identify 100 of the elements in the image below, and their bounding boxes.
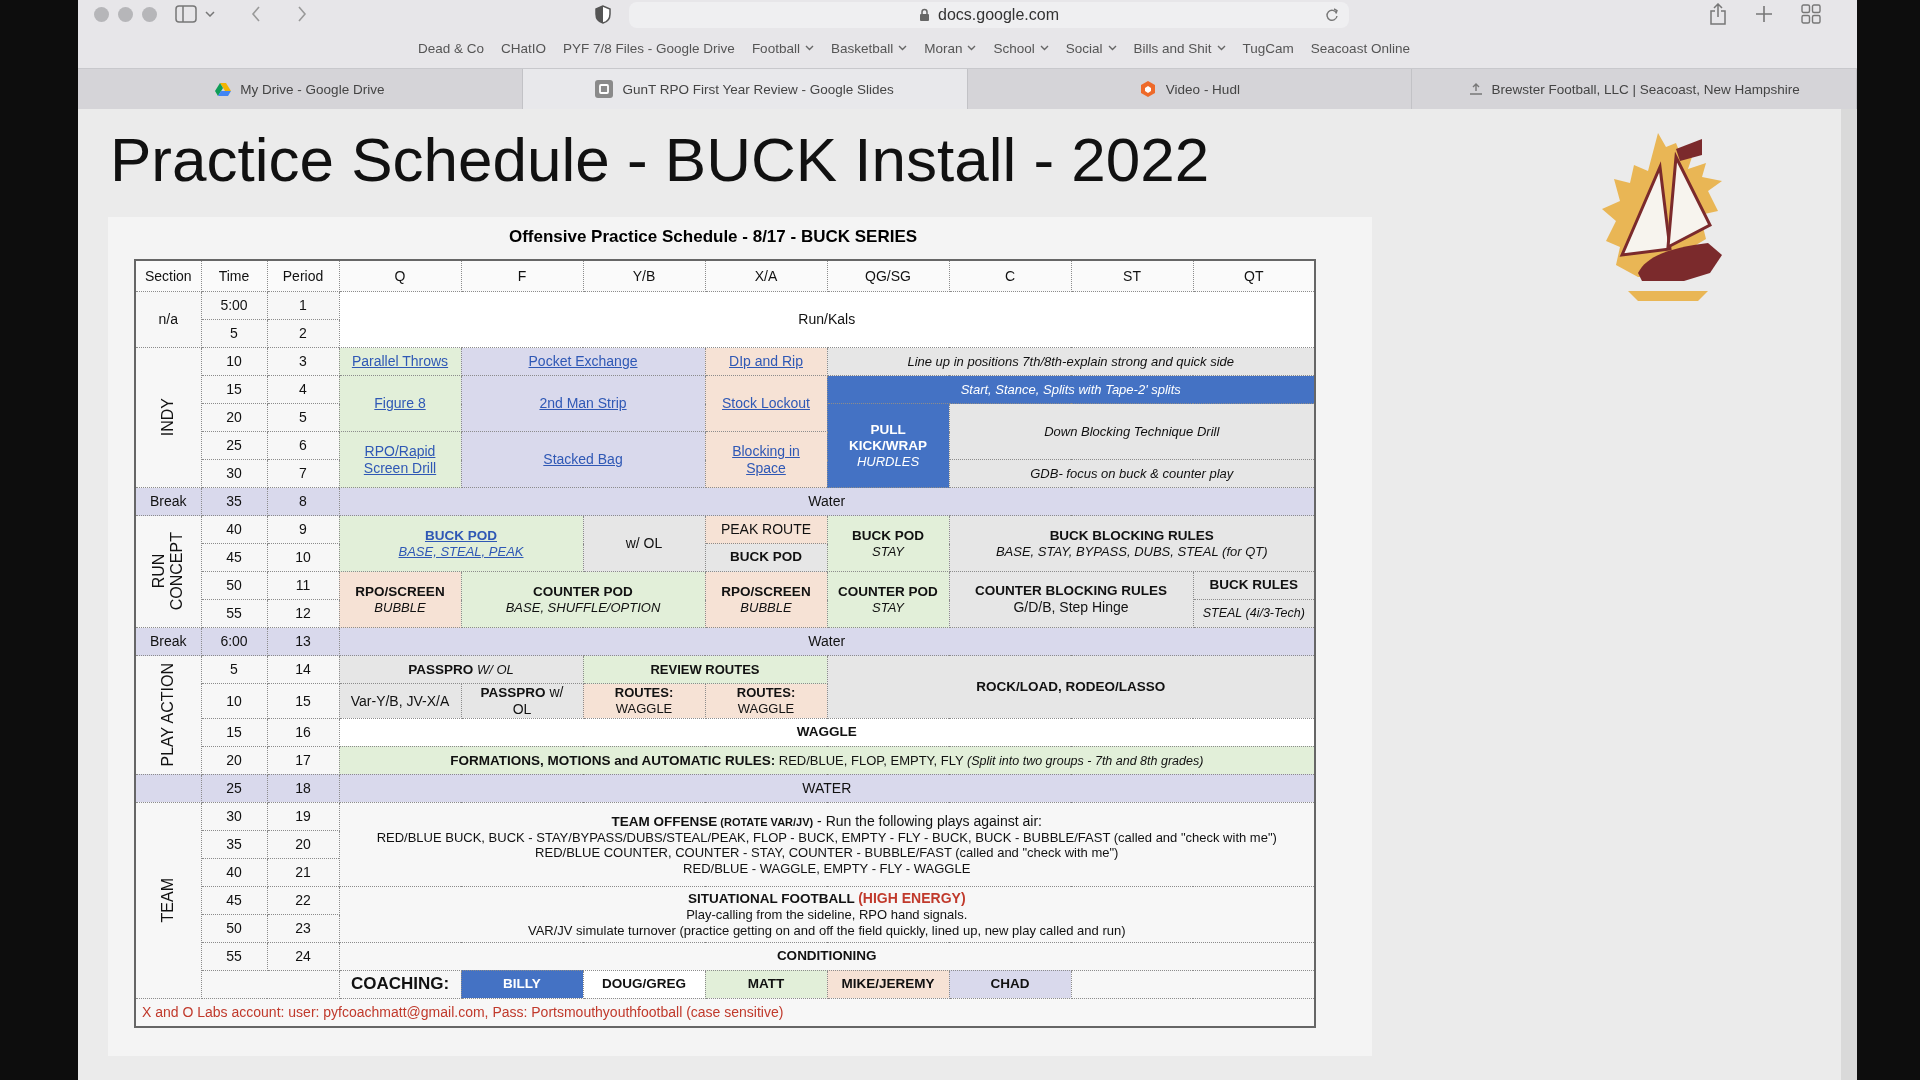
cell-text: PEAK ROUTE <box>719 521 813 538</box>
cell-text: GDB- focus on buck & counter play <box>1029 465 1235 482</box>
cell-text: Play-calling from the sideline, RPO hand signals. <box>685 907 969 924</box>
cell-text: G/D/B, Step Hinge <box>1012 599 1130 616</box>
cell-text: Var-Y/B, JV-X/A <box>349 692 451 710</box>
chevron-down-icon <box>967 45 977 51</box>
cell-text: 19 <box>294 808 312 825</box>
chevron-down-icon <box>1039 45 1049 51</box>
link[interactable]: Blocking in <box>708 442 824 460</box>
reload-icon[interactable] <box>1325 7 1339 22</box>
column-header: F <box>461 260 583 292</box>
cell-text: ROUTES: <box>613 685 675 701</box>
link[interactable]: Stacked Bag <box>464 451 702 468</box>
link[interactable]: RPO/Rapid <box>342 442 458 460</box>
cell-text: n/a <box>157 311 179 328</box>
bookmark[interactable]: Football <box>751 40 814 56</box>
share-icon[interactable] <box>1709 3 1727 25</box>
cell-text: 6 <box>298 437 308 454</box>
cell-text: 55 <box>225 948 243 965</box>
cell-text: COUNTER POD <box>532 583 634 600</box>
new-tab-icon[interactable] <box>1755 5 1773 23</box>
section-label: TEAM <box>159 878 178 923</box>
cell-text: 23 <box>294 920 312 937</box>
link[interactable]: 2nd Man Strip <box>464 395 702 412</box>
column-header: Q <box>339 260 461 292</box>
column-header: Y/B <box>583 260 705 292</box>
lock-icon <box>919 8 930 22</box>
cell-text: BUBBLE <box>739 599 793 616</box>
link[interactable]: Screen Drill <box>342 459 458 477</box>
link[interactable]: Figure 8 <box>342 395 458 412</box>
cell-text: RPO/SCREEN <box>720 583 812 600</box>
cell-text: 45 <box>225 549 243 566</box>
cell-text: BUCK POD <box>729 549 803 566</box>
cell-text: FORMATIONS, MOTIONS and AUTOMATIC RULES: RED/BLUE, FLOP, EMPTY, FLY (Split into two groups - 7th and 8th grades) <box>449 751 1205 770</box>
cell-text: 21 <box>294 864 312 881</box>
cell-text: 13 <box>294 633 312 650</box>
cell-text: 3 <box>298 353 308 370</box>
section-label: INDY <box>159 398 178 437</box>
bookmark[interactable]: PYF 7/8 Files - Google Drive <box>563 40 735 56</box>
bookmark[interactable]: CHatIO <box>501 40 547 56</box>
column-header: Period <box>267 260 339 292</box>
sidebar-icon[interactable] <box>175 5 197 23</box>
link[interactable]: Parallel Throws <box>342 353 458 370</box>
chevron-down-icon <box>1216 45 1226 51</box>
cell-text: Down Blocking Technique Drill <box>1043 423 1221 440</box>
bookmark[interactable]: Dead & Co <box>418 40 485 56</box>
browser-tab[interactable]: GunT RPO First Year Review - Google Slides <box>522 69 968 109</box>
cell-text: RED/BLUE - WAGGLE, EMPTY - FLY - WAGGLE <box>682 860 972 877</box>
link[interactable]: Pocket Exchange <box>464 353 702 370</box>
link[interactable]: DIp and Rip <box>708 353 824 370</box>
cell-text: STAY <box>871 543 906 560</box>
bookmark[interactable]: Bills and Shit <box>1133 40 1226 56</box>
column-header: Section <box>135 260 201 292</box>
bookmark[interactable]: Social <box>1065 40 1117 56</box>
cell-text: CHAD <box>989 976 1031 993</box>
chevron-down-icon[interactable] <box>205 11 215 17</box>
cell-text: 1 <box>298 297 308 314</box>
cell-text: 10 <box>225 692 243 710</box>
cell-text: PASSPRO W/ OL <box>407 660 515 679</box>
cell-text: 35 <box>225 493 243 510</box>
cell-text: BASE, STAY, BYPASS, DUBS, STEAL (for QT) <box>994 543 1269 560</box>
cell-text: 5 <box>229 325 239 342</box>
address-bar[interactable]: docs.google.com <box>629 2 1349 28</box>
cell-text: WAGGLE <box>736 701 796 717</box>
cell-text: BASE, SHUFFLE/OPTION <box>504 599 662 616</box>
bookmark[interactable]: TugCam <box>1242 40 1294 56</box>
bookmark[interactable]: Basketball <box>830 40 908 56</box>
cell-text: STEAL (4i/3-Tech) <box>1201 606 1306 621</box>
link[interactable]: BUCK POD <box>342 527 580 544</box>
cell-text: 10 <box>294 549 312 566</box>
cell-text: 4 <box>298 381 308 398</box>
cell-text: 20 <box>294 836 312 853</box>
back-icon[interactable] <box>251 6 261 22</box>
upload-icon <box>1468 83 1483 95</box>
cell-text: 15 <box>225 381 243 398</box>
bookmark[interactable]: School <box>993 40 1049 56</box>
cell-text: Start, Stance, Splits with Tape-2' splits <box>959 381 1182 398</box>
link[interactable]: Space <box>708 459 824 477</box>
bookmark[interactable]: Moran <box>924 40 977 56</box>
cell-text: Run/Kals <box>797 311 857 328</box>
slides-icon <box>595 80 614 98</box>
section-label: RUN <box>149 553 168 591</box>
cell-text: 5 <box>298 409 308 426</box>
cell-text: COUNTER BLOCKING RULES <box>974 583 1168 600</box>
cell-text: 40 <box>225 864 243 881</box>
link[interactable]: Stock Lockout <box>708 395 824 412</box>
shield-icon[interactable] <box>595 4 611 24</box>
cell-text: 55 <box>225 605 243 622</box>
link[interactable]: BASE, STEAL, PEAK <box>342 543 580 560</box>
cell-text: 5 <box>229 661 239 678</box>
cell-text: BUCK POD <box>851 527 925 544</box>
section-label: CONCEPT <box>168 532 187 611</box>
bookmark[interactable]: Seacoast Online <box>1310 40 1410 56</box>
forward-icon[interactable] <box>297 6 307 22</box>
table-title: Offensive Practice Schedule - 8/17 - BUCK SERIES <box>507 227 919 247</box>
chevron-down-icon <box>898 45 908 51</box>
cell-text: 30 <box>225 808 243 825</box>
cell-text: 10 <box>225 353 243 370</box>
cell-text: 25 <box>225 780 243 797</box>
tab-overview-icon[interactable] <box>1801 4 1821 24</box>
